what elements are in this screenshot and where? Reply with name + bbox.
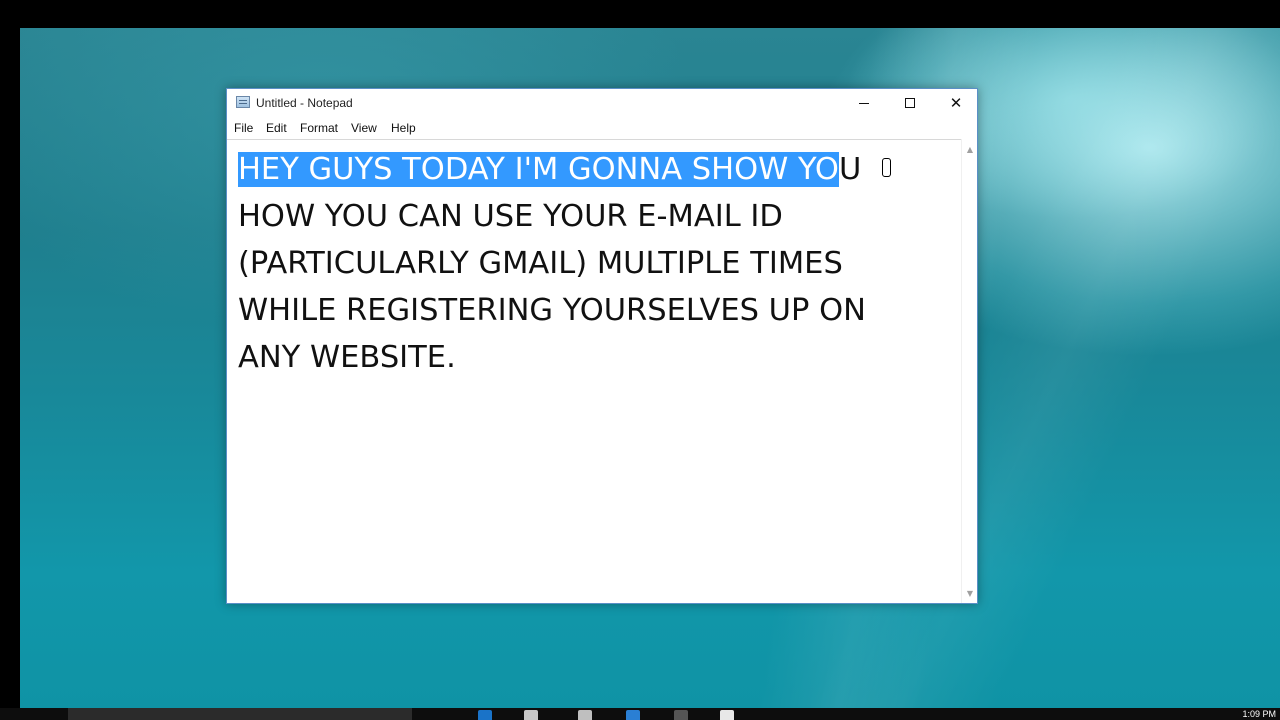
menu-bar: File Edit Format View Help	[227, 117, 977, 139]
browser-icon[interactable]	[626, 710, 640, 720]
window-title: Untitled - Notepad	[256, 96, 353, 110]
menu-help[interactable]: Help	[391, 121, 416, 135]
maximize-button[interactable]	[887, 89, 933, 117]
menu-view[interactable]: View	[351, 121, 377, 135]
selected-text: HEY GUYS TODAY I'M GONNA SHOW YO	[238, 152, 839, 187]
menu-file[interactable]: File	[234, 121, 253, 135]
file-explorer-icon[interactable]	[524, 710, 538, 720]
app-icon[interactable]	[674, 710, 688, 720]
menu-format[interactable]: Format	[300, 121, 338, 135]
vertical-scrollbar[interactable]: ▲ ▼	[961, 139, 977, 603]
ibeam-cursor-icon	[882, 158, 891, 177]
editor-content: HEY GUYS TODAY I'M GONNA SHOW YOU HOW YO…	[238, 146, 938, 381]
line-4: WHILE REGISTERING YOURSELVES UP ON	[238, 293, 866, 328]
line-5: ANY WEBSITE.	[238, 340, 456, 375]
menu-edit[interactable]: Edit	[266, 121, 287, 135]
line-3: (PARTICULARLY GMAIL) MULTIPLE TIMES	[238, 246, 843, 281]
store-icon[interactable]	[578, 710, 592, 720]
taskbar-search-box[interactable]	[68, 708, 412, 720]
taskbar: 1:09 PM	[0, 708, 1280, 720]
notepad-window[interactable]: Untitled - Notepad ✕ File Edit Format Vi…	[226, 88, 978, 604]
text-editor[interactable]: HEY GUYS TODAY I'M GONNA SHOW YOU HOW YO…	[227, 139, 961, 603]
minimize-button[interactable]	[841, 89, 887, 117]
notepad-taskbar-icon[interactable]	[720, 710, 734, 720]
close-button[interactable]: ✕	[933, 89, 979, 117]
line-2: HOW YOU CAN USE YOUR E-MAIL ID	[238, 199, 783, 234]
close-icon: ✕	[949, 94, 963, 112]
scroll-up-icon[interactable]: ▲	[962, 141, 978, 157]
maximize-icon	[905, 98, 915, 108]
minimize-icon	[859, 102, 869, 104]
title-bar[interactable]: Untitled - Notepad ✕	[227, 89, 977, 117]
edge-icon[interactable]	[478, 710, 492, 720]
scroll-down-icon[interactable]: ▼	[962, 585, 978, 601]
notepad-icon	[236, 96, 250, 108]
taskbar-clock: 1:09 PM	[1242, 709, 1276, 719]
line-1-rest: U	[838, 152, 862, 187]
